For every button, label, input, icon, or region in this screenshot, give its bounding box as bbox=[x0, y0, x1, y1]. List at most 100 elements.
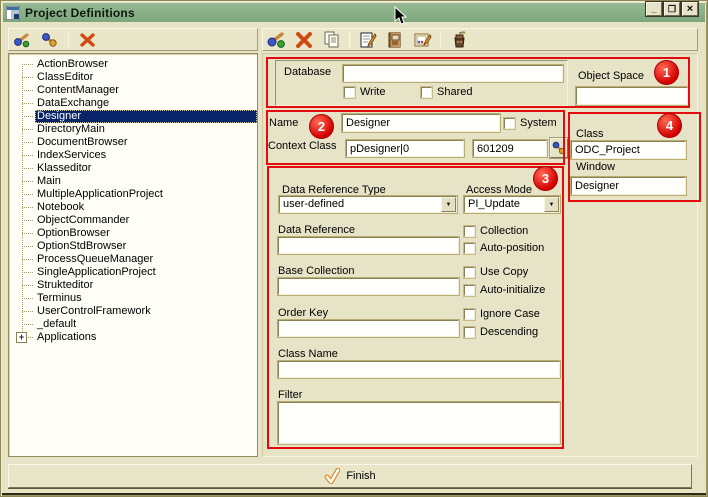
grinder-icon bbox=[451, 31, 468, 49]
tree-item[interactable]: OptionBrowser bbox=[9, 227, 257, 240]
shared-checkbox[interactable] bbox=[421, 87, 432, 98]
tree-item[interactable]: ActionBrowser bbox=[9, 58, 257, 71]
write-checkbox-row: Write bbox=[344, 86, 385, 98]
tree-item[interactable]: DirectoryMain bbox=[9, 123, 257, 136]
delete-button[interactable] bbox=[293, 30, 315, 50]
tree-item[interactable]: Klasseditor bbox=[9, 162, 257, 175]
write-checkbox[interactable] bbox=[344, 87, 355, 98]
context-class-id-input[interactable] bbox=[473, 140, 547, 157]
new-object-button[interactable] bbox=[266, 30, 288, 50]
database-label: Database bbox=[284, 66, 331, 78]
delete-button[interactable] bbox=[76, 30, 98, 50]
tree-item[interactable]: UserControlFramework bbox=[9, 305, 257, 318]
edit-view-button[interactable] bbox=[411, 30, 433, 50]
tree-item[interactable]: ProcessQueueManager bbox=[9, 253, 257, 266]
filter-label: Filter bbox=[278, 389, 302, 401]
toolbar-separator bbox=[440, 32, 441, 48]
form-toolbar bbox=[262, 28, 698, 51]
tree-item[interactable]: IndexServices bbox=[9, 149, 257, 162]
titlebar: Project Definitions bbox=[3, 3, 705, 22]
base-collection-input[interactable] bbox=[278, 278, 459, 295]
collection-label: Collection bbox=[480, 225, 528, 237]
auto-initialize-label: Auto-initialize bbox=[480, 284, 545, 296]
filter-textarea[interactable] bbox=[278, 402, 560, 444]
class-input[interactable] bbox=[571, 141, 686, 159]
checkmark-icon bbox=[324, 468, 340, 484]
tree-item[interactable]: DataExchange bbox=[9, 97, 257, 110]
tree-item-applications[interactable]: + Applications bbox=[9, 331, 257, 344]
tree-item[interactable]: Strukteditor bbox=[9, 279, 257, 292]
tree-item[interactable]: OptionStdBrowser bbox=[9, 240, 257, 253]
tree-item[interactable]: ClassEditor bbox=[9, 71, 257, 84]
ignore-case-checkbox[interactable] bbox=[464, 309, 475, 320]
minimize-button[interactable]: _ bbox=[646, 2, 662, 16]
chevron-down-icon[interactable]: ▼ bbox=[441, 197, 456, 212]
link-object-button[interactable] bbox=[39, 30, 61, 50]
tree-item-selected[interactable]: Designer bbox=[9, 110, 257, 123]
copy-button[interactable] bbox=[320, 30, 342, 50]
tree-item[interactable]: Terminus bbox=[9, 292, 257, 305]
use-copy-checkbox[interactable] bbox=[464, 267, 475, 278]
system-checkbox[interactable] bbox=[504, 118, 515, 129]
context-class-label: Context Class bbox=[268, 140, 336, 152]
context-class-input[interactable] bbox=[346, 140, 464, 157]
class-name-label: Class Name bbox=[278, 348, 338, 360]
access-mode-label: Access Mode bbox=[466, 184, 532, 196]
project-definitions-window: Project Definitions _ ❐ × bbox=[0, 0, 708, 497]
descending-checkbox-row: Descending bbox=[464, 326, 538, 338]
tree-item[interactable]: SingleApplicationProject bbox=[9, 266, 257, 279]
ignore-case-checkbox-row: Ignore Case bbox=[464, 308, 540, 320]
catalog-button[interactable] bbox=[384, 30, 406, 50]
shared-checkbox-row: Shared bbox=[421, 86, 472, 98]
collection-checkbox-row: Collection bbox=[464, 225, 528, 237]
edit-document-icon bbox=[359, 31, 378, 49]
tree-item[interactable]: ContentManager bbox=[9, 84, 257, 97]
data-reference-type-select[interactable]: user-defined ▼ bbox=[279, 196, 457, 213]
write-label: Write bbox=[360, 86, 385, 98]
auto-position-label: Auto-position bbox=[480, 242, 544, 254]
data-reference-input[interactable] bbox=[278, 237, 459, 254]
maximize-button[interactable]: ❐ bbox=[664, 2, 680, 16]
edit-document-button[interactable] bbox=[357, 30, 379, 50]
descending-label: Descending bbox=[480, 326, 538, 338]
auto-position-checkbox[interactable] bbox=[464, 243, 475, 254]
order-key-label: Order Key bbox=[278, 307, 328, 319]
finish-button[interactable]: Finish bbox=[8, 464, 692, 488]
window-title: Project Definitions bbox=[25, 6, 135, 20]
delete-x-icon bbox=[295, 32, 313, 48]
auto-initialize-checkbox[interactable] bbox=[464, 285, 475, 296]
tree-item[interactable]: Notebook bbox=[9, 201, 257, 214]
link-object-icon bbox=[41, 32, 59, 48]
window-field-label: Window bbox=[576, 161, 615, 173]
copy-icon bbox=[323, 31, 340, 48]
close-button[interactable]: × bbox=[682, 2, 698, 16]
name-input[interactable] bbox=[342, 114, 500, 132]
data-reference-type-label: Data Reference Type bbox=[282, 184, 386, 196]
window-input[interactable] bbox=[571, 177, 686, 195]
auto-initialize-checkbox-row: Auto-initialize bbox=[464, 284, 545, 296]
catalog-book-icon bbox=[386, 31, 404, 49]
toolbar-separator bbox=[349, 32, 350, 48]
chevron-down-icon[interactable]: ▼ bbox=[544, 197, 559, 212]
tree-item[interactable]: Main bbox=[9, 175, 257, 188]
tree-item[interactable]: MultipleApplicationProject bbox=[9, 188, 257, 201]
access-mode-select[interactable]: PI_Update ▼ bbox=[464, 196, 560, 213]
tree-item[interactable]: ObjectCommander bbox=[9, 214, 257, 227]
object-space-input[interactable] bbox=[576, 87, 688, 105]
tree-item[interactable]: DocumentBrowser bbox=[9, 136, 257, 149]
grinder-button[interactable] bbox=[448, 30, 470, 50]
class-name-input[interactable] bbox=[278, 361, 560, 378]
new-link-object-button[interactable] bbox=[12, 30, 34, 50]
ignore-case-label: Ignore Case bbox=[480, 308, 540, 320]
tree-item[interactable]: _default bbox=[9, 318, 257, 331]
collection-checkbox[interactable] bbox=[464, 226, 475, 237]
database-input[interactable] bbox=[343, 65, 563, 82]
descending-checkbox[interactable] bbox=[464, 327, 475, 338]
new-object-icon bbox=[267, 31, 287, 49]
data-reference-label: Data Reference bbox=[278, 224, 355, 236]
order-key-input[interactable] bbox=[278, 320, 459, 337]
context-class-browse-button[interactable] bbox=[550, 138, 568, 158]
delete-x-icon bbox=[80, 33, 95, 47]
system-checkbox-row: System bbox=[504, 117, 557, 129]
expander-plus-icon[interactable]: + bbox=[16, 332, 27, 343]
